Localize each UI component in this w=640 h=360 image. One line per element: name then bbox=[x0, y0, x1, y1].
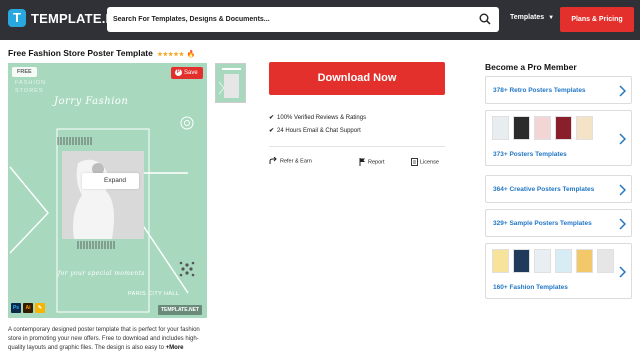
thumbnail-image bbox=[218, 68, 241, 98]
search-input[interactable] bbox=[107, 7, 467, 32]
product-title: Free Fashion Store Poster Template bbox=[8, 48, 153, 58]
feature-text: 100% Verified Reviews & Ratings bbox=[277, 115, 367, 121]
refer-earn-link[interactable]: Refer & Earn bbox=[269, 156, 312, 165]
download-button[interactable]: Download Now bbox=[269, 62, 445, 95]
thumbnail bbox=[576, 116, 593, 140]
save-label: Save bbox=[184, 70, 198, 76]
rating-stars: ★★★★★ bbox=[157, 52, 185, 58]
document-icon bbox=[411, 158, 418, 166]
top-header: T TEMPLATE.NET Templates▼ Plans & Pricin… bbox=[0, 0, 640, 40]
pro-member-title: Become a Pro Member bbox=[485, 62, 577, 72]
pro-card-sample-posters[interactable]: 329+ Sample Posters Templates bbox=[485, 209, 632, 237]
pro-card-label: 373+ Posters Templates bbox=[493, 151, 567, 158]
templates-dropdown[interactable]: Templates ▼ bbox=[510, 14, 554, 21]
pro-card-label: 160+ Fashion Templates bbox=[493, 284, 568, 291]
pro-card-posters[interactable]: 373+ Posters Templates bbox=[485, 110, 632, 166]
report-label: Report bbox=[368, 159, 385, 166]
pro-card-retro-posters[interactable]: 378+ Retro Posters Templates bbox=[485, 76, 632, 104]
poster-venue: PARIS CITY HALL bbox=[128, 291, 180, 297]
thumbnail bbox=[492, 116, 509, 140]
poster-preview[interactable]: FREE P Save FASHION STORES Jorry Fashion … bbox=[8, 63, 207, 318]
thumbnail bbox=[492, 249, 509, 273]
expand-button[interactable]: Expand bbox=[82, 173, 139, 189]
chevron-right-icon bbox=[619, 184, 626, 196]
pro-card-label: 364+ Creative Posters Templates bbox=[493, 186, 595, 193]
pinterest-icon: P bbox=[175, 68, 182, 76]
poster-special-text: for your special moments bbox=[58, 270, 145, 277]
feature-text: 24 Hours Email & Chat Support bbox=[277, 128, 361, 134]
poster-stores-line2: STORES bbox=[15, 88, 44, 94]
license-link[interactable]: License bbox=[411, 158, 439, 166]
thumbnail bbox=[513, 249, 530, 273]
search-icon[interactable] bbox=[479, 13, 491, 25]
feature-item: ✔ 24 Hours Email & Chat Support bbox=[269, 127, 366, 134]
fire-icon: 🔥 bbox=[186, 51, 196, 58]
poster-title: Jorry Fashion bbox=[54, 96, 129, 107]
chevron-right-icon bbox=[619, 133, 626, 145]
plans-pricing-button[interactable]: Plans & Pricing bbox=[560, 7, 634, 32]
template-thumbnails bbox=[492, 249, 614, 273]
check-icon: ✔ bbox=[269, 115, 275, 121]
check-icon: ✔ bbox=[269, 128, 275, 134]
pro-card-creative-posters[interactable]: 364+ Creative Posters Templates bbox=[485, 175, 632, 203]
chevron-right-icon bbox=[619, 85, 626, 97]
template-thumbnails bbox=[492, 116, 593, 140]
photoshop-icon: Ps bbox=[11, 303, 21, 313]
poster-stores-line1: FASHION bbox=[15, 80, 47, 86]
thumbnail bbox=[513, 116, 530, 140]
template-watermark: TEMPLATE.NET bbox=[158, 305, 202, 315]
product-description: A contemporary designed poster template … bbox=[8, 326, 213, 353]
report-link[interactable]: Report bbox=[359, 158, 385, 166]
refer-earn-label: Refer & Earn bbox=[280, 158, 312, 165]
page-title: Free Fashion Store Poster Template ★★★★★… bbox=[8, 48, 195, 58]
illustrator-icon: Ai bbox=[23, 303, 33, 313]
pages-icon: ✎ bbox=[35, 303, 45, 313]
chevron-right-icon bbox=[619, 218, 626, 230]
flag-icon bbox=[359, 158, 365, 166]
pro-card-fashion[interactable]: 160+ Fashion Templates bbox=[485, 243, 632, 299]
free-badge: FREE bbox=[12, 67, 37, 77]
thumbnail bbox=[534, 116, 551, 140]
divider bbox=[269, 146, 445, 147]
features-list: ✔ 100% Verified Reviews & Ratings ✔ 24 Hou… bbox=[269, 114, 366, 140]
thumbnail bbox=[555, 116, 572, 140]
chevron-down-icon: ▼ bbox=[548, 15, 555, 21]
search-box bbox=[107, 7, 499, 32]
save-button[interactable]: P Save bbox=[171, 67, 203, 79]
templates-dropdown-label: Templates bbox=[510, 14, 545, 21]
poster-stores-text: FASHION STORES bbox=[15, 79, 46, 95]
feature-item: ✔ 100% Verified Reviews & Ratings bbox=[269, 114, 366, 121]
more-link[interactable]: +More bbox=[166, 345, 184, 351]
preview-thumbnail[interactable] bbox=[215, 63, 246, 103]
thumbnail bbox=[576, 249, 593, 273]
pro-card-label: 378+ Retro Posters Templates bbox=[493, 87, 586, 94]
app-icons: Ps Ai ✎ bbox=[11, 303, 45, 313]
thumbnail bbox=[534, 249, 551, 273]
chevron-right-icon bbox=[619, 266, 626, 278]
license-label: License bbox=[420, 159, 439, 166]
logo-mark: T bbox=[8, 9, 26, 27]
pro-card-label: 329+ Sample Posters Templates bbox=[493, 220, 592, 227]
thumbnail bbox=[555, 249, 572, 273]
share-icon bbox=[269, 156, 277, 164]
thumbnail bbox=[597, 249, 614, 273]
